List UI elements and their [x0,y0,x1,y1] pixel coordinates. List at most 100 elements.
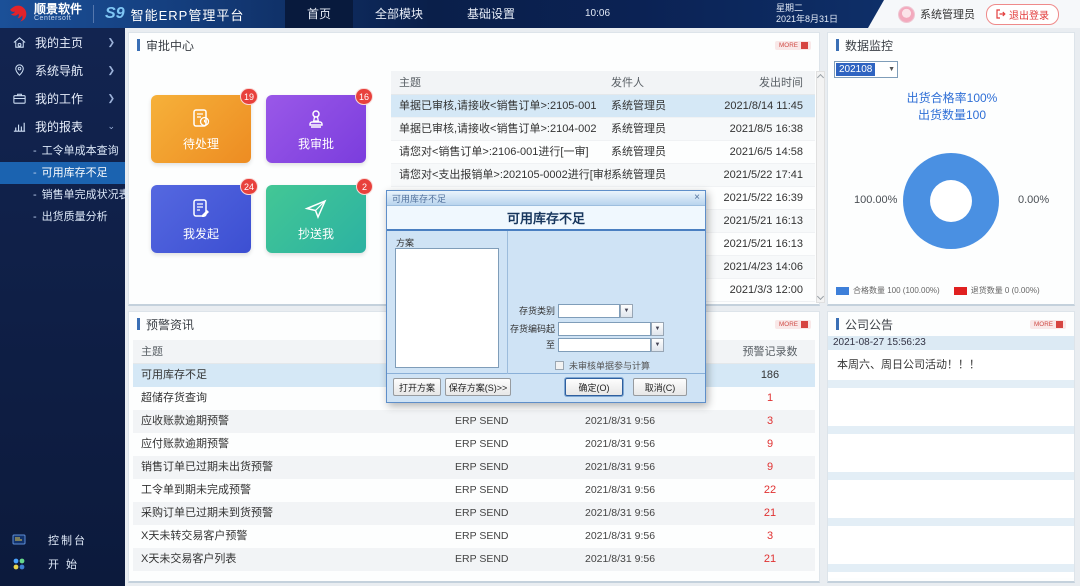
plan-listbox[interactable] [395,248,499,368]
start-grid-icon [13,558,25,570]
sidebar-item-home[interactable]: 我的主页 ❯ [0,28,125,56]
user-name: 系统管理员 [920,9,975,21]
sidebar-sub-available-stock[interactable]: 可用库存不足 [0,162,125,184]
alert-row[interactable]: X天未转交易客户预警 ERP SEND 2021/8/31 9:56 3 [133,525,815,548]
approval-panel-title: 审批中心 [146,38,195,53]
start-button[interactable]: 开 始 [0,552,125,576]
nav-home[interactable]: 首页 [285,0,354,28]
message-scrollbar[interactable] [816,71,825,303]
ok-button[interactable]: 确定(O) [565,378,623,396]
pass-rate-text: 出货合格率100% [906,91,998,105]
scroll-down-icon[interactable] [816,292,825,301]
alert-row[interactable]: 采购订单已过期未到货预警 ERP SEND 2021/8/31 9:56 21 [133,502,815,525]
code-to-input[interactable] [558,337,651,352]
sidebar-sub-workorder-cost[interactable]: 工令单成本查询 [0,140,125,162]
title-accent-bar [137,318,140,330]
notice-panel-title: 公司公告 [845,317,894,332]
stamp-icon [309,109,323,128]
chevron-down-icon: ⌄ [107,120,115,131]
notice-empty-rows [828,380,1074,578]
alert-row[interactable]: X天未交易客户列表 ERP SEND 2021/8/31 9:56 21 [133,548,815,571]
unaudited-checkbox-label: 未审核单据参与计算 [569,361,651,371]
dialog-heading: 可用库存不足 [387,206,705,231]
cancel-button[interactable]: 取消(C) [633,378,687,396]
code-from-input[interactable] [558,321,651,336]
save-plan-button[interactable]: 保存方案(S)>> [445,378,511,396]
alert-row[interactable]: 销售订单已过期未出货预警 ERP SEND 2021/8/31 9:56 9 [133,456,815,479]
legend-swatch-return [953,286,967,295]
message-row[interactable]: 请您对<支出报销单>:202105-0002进行[审核] 系统管理员 2021/5/… [391,164,815,187]
alert-row[interactable]: 工令单到期未完成预警 ERP SEND 2021/8/31 9:56 22 [133,479,815,502]
donut-left-label: 100.00% [854,194,898,206]
top-bar: 顺景软件 Centersoft S9 智能ERP管理平台 首页 全部模块 基础设… [0,0,1080,28]
alert-row[interactable]: 应收账款逾期预警 ERP SEND 2021/8/31 9:56 3 [133,410,815,433]
alerts-panel-title: 预警资讯 [146,317,195,332]
unaudited-checkbox[interactable] [555,361,564,370]
category-dropdown-button[interactable]: ▼ [620,303,633,318]
dialog-titlebar[interactable]: 可用库存不足 × [387,191,705,206]
title-accent-bar [836,318,839,330]
title-accent-bar [836,39,839,51]
avatar[interactable] [898,5,915,23]
nav-base-settings[interactable]: 基础设置 [445,0,537,28]
notice-content[interactable]: 本周六、周日公司活动！！！ [828,350,1074,380]
briefcase-icon [13,93,26,104]
company-logo-icon [10,5,27,22]
clock: 10:06 [585,8,611,19]
notice-date: 2021-08-27 15:56:23 [828,336,1074,350]
notice-more-button[interactable]: MORE [1030,319,1066,329]
approval-more-button[interactable]: MORE [775,40,811,50]
tile-label: 待处理 [182,136,219,151]
chevron-right-icon: ❯ [107,36,115,47]
user-area: 系统管理员 退出登录 [868,0,1080,28]
approvals-count-badge: 16 [354,88,373,105]
tile-my-approvals[interactable]: 16 我审批 [266,88,373,163]
shipment-qty-text: 出货数量100 [917,108,987,122]
message-row[interactable]: 请您对<销售订单>:2106-001进行[一审] 系统管理员 2021/6/5 14… [391,141,815,164]
sidebar-item-reports[interactable]: 我的报表 ⌄ [0,112,125,140]
sidebar-item-label: 我的报表 [35,119,84,134]
more-grid-icon [801,41,808,49]
brand-block: 顺景软件 Centersoft S9 智能ERP管理平台 [8,0,244,28]
chevron-down-icon: ▼ [888,66,895,73]
period-select[interactable]: 202108 ▼ [834,61,898,78]
col-sender: 发件人 [611,77,644,89]
open-plan-button[interactable]: 打开方案 [393,378,441,396]
legend-swatch-pass [836,286,849,295]
pending-count-badge: 19 [239,88,258,105]
sidebar-sub-sales-completion[interactable]: 销售单完成状况表 [0,184,130,206]
tile-cc-to-me[interactable]: 2 抄送我 [266,178,373,253]
tile-initiated-by-me[interactable]: 24 我发起 [151,178,258,253]
logout-button[interactable]: 退出登录 [986,3,1059,25]
sidebar-sub-shipment-quality[interactable]: 出货质量分析 [0,206,125,228]
tile-label: 我发起 [182,226,219,241]
console-button[interactable]: 控制台 [0,528,125,552]
donut-right-label: 0.00% [1018,194,1050,206]
clipboard-clock-icon [193,108,210,127]
title-accent-bar [137,39,140,51]
tile-pending[interactable]: 19 待处理 [151,88,258,163]
message-table-header: 主题 发件人 发出时间 [391,71,815,95]
code-to-label: 至 [545,340,555,350]
sidebar-item-navigation[interactable]: 系统导航 ❯ [0,56,125,84]
cc-count-badge: 2 [356,178,373,195]
home-icon [13,36,26,48]
close-icon[interactable]: × [694,193,700,203]
nav-all-modules[interactable]: 全部模块 [353,0,445,28]
console-icon [12,534,26,545]
product-logo: S9 [105,5,125,22]
initiated-count-badge: 24 [239,178,258,195]
message-row[interactable]: 单据已审核,请接收<销售订单>:2105-001 系统管理员 2021/8/14 1… [391,95,815,118]
message-row[interactable]: 单据已审核,请接收<销售订单>:2104-002 系统管理员 2021/8/5 16… [391,118,815,141]
paper-plane-icon [304,199,327,219]
brand-name: 顺景软件 [34,2,83,16]
start-label: 开 始 [48,559,80,571]
category-input[interactable] [558,303,620,318]
alert-row[interactable]: 应付账款逾期预警 ERP SEND 2021/8/31 9:56 9 [133,433,815,456]
code-to-dropdown-button[interactable]: ▼ [651,337,664,352]
sidebar-item-work[interactable]: 我的工作 ❯ [0,84,125,112]
scroll-up-icon[interactable] [816,73,825,82]
code-from-dropdown-button[interactable]: ▼ [651,321,664,336]
sidebar: 我的主页 ❯ 系统导航 ❯ 我的工作 ❯ 我的报表 ⌄ 工令单成本查询 可用库存… [0,28,130,586]
alerts-more-button[interactable]: MORE [775,319,811,329]
